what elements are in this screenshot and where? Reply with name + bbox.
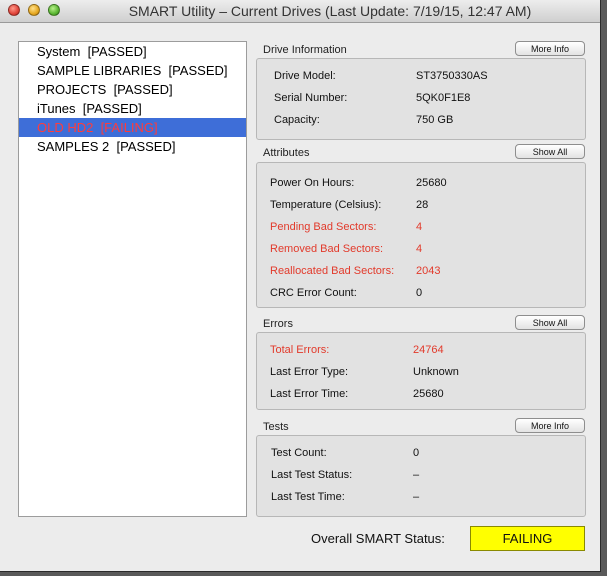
overall-status-value: FAILING (470, 526, 585, 551)
window-title: SMART Utility – Current Drives (Last Upd… (128, 3, 532, 19)
tests-panel: Test Count: 0 Last Test Status: – Last T… (256, 435, 586, 517)
test-count-label: Test Count: (271, 447, 327, 459)
drive-item-samples-2[interactable]: SAMPLES 2 [PASSED] (19, 137, 246, 156)
drive-model-label: Drive Model: (274, 70, 336, 82)
drive-item-system[interactable]: System [PASSED] (19, 42, 246, 61)
pending-bad-sectors-label: Pending Bad Sectors: (270, 221, 377, 233)
crc-error-count-label: CRC Error Count: (270, 287, 357, 299)
attributes-show-all-button[interactable]: Show All (515, 144, 585, 159)
last-test-time-label: Last Test Time: (271, 491, 345, 503)
attributes-heading: Attributes (263, 147, 310, 159)
errors-show-all-button[interactable]: Show All (515, 315, 585, 330)
last-test-status-label: Last Test Status: (271, 469, 353, 481)
capacity-label: Capacity: (274, 114, 320, 126)
serial-number-value: 5QK0F1E8 (416, 92, 471, 104)
drive-list[interactable]: System [PASSED] SAMPLE LIBRARIES [PASSED… (18, 41, 247, 517)
capacity-value: 750 GB (416, 114, 454, 126)
crc-error-count-value: 0 (416, 287, 423, 299)
drive-item-old-hd2[interactable]: OLD HD2 [FAILING] (19, 118, 246, 137)
total-errors-label: Total Errors: (270, 344, 330, 356)
close-window-button[interactable] (8, 4, 20, 16)
last-test-time-value: – (413, 491, 420, 503)
reallocated-bad-sectors-value: 2043 (416, 265, 441, 277)
zoom-window-button[interactable] (48, 4, 60, 16)
total-errors-value: 24764 (413, 344, 444, 356)
title-bar: SMART Utility – Current Drives (Last Upd… (0, 0, 600, 23)
temperature-value: 28 (416, 199, 429, 211)
errors-panel: Total Errors: 24764 Last Error Type: Unk… (256, 332, 586, 410)
last-test-status-value: – (413, 469, 420, 481)
last-error-time-label: Last Error Time: (270, 388, 349, 400)
serial-number-label: Serial Number: (274, 92, 348, 104)
minimize-window-button[interactable] (28, 4, 40, 16)
errors-heading: Errors (263, 318, 293, 330)
last-error-type-label: Last Error Type: (270, 366, 349, 378)
pending-bad-sectors-value: 4 (416, 221, 423, 233)
test-count-value: 0 (413, 447, 420, 459)
drive-model-value: ST3750330AS (416, 70, 488, 82)
temperature-label: Temperature (Celsius): (270, 199, 382, 211)
last-error-type-value: Unknown (413, 366, 459, 378)
smart-utility-window: SMART Utility – Current Drives (Last Upd… (0, 0, 601, 572)
drive-info-more-info-button[interactable]: More Info (515, 41, 585, 56)
overall-status-label: Overall SMART Status: (311, 531, 445, 546)
drive-info-panel: Drive Model: ST3750330AS Serial Number: … (256, 58, 586, 140)
reallocated-bad-sectors-label: Reallocated Bad Sectors: (270, 265, 395, 277)
power-on-hours-label: Power On Hours: (270, 177, 355, 189)
tests-heading: Tests (263, 421, 289, 433)
drive-item-sample-libraries[interactable]: SAMPLE LIBRARIES [PASSED] (19, 61, 246, 80)
power-on-hours-value: 25680 (416, 177, 447, 189)
tests-more-info-button[interactable]: More Info (515, 418, 585, 433)
last-error-time-value: 25680 (413, 388, 444, 400)
attributes-panel: Power On Hours: 25680 Temperature (Celsi… (256, 162, 586, 308)
removed-bad-sectors-label: Removed Bad Sectors: (270, 243, 384, 255)
removed-bad-sectors-value: 4 (416, 243, 423, 255)
drive-item-projects[interactable]: PROJECTS [PASSED] (19, 80, 246, 99)
drive-item-itunes[interactable]: iTunes [PASSED] (19, 99, 246, 118)
drive-info-heading: Drive Information (263, 44, 347, 56)
